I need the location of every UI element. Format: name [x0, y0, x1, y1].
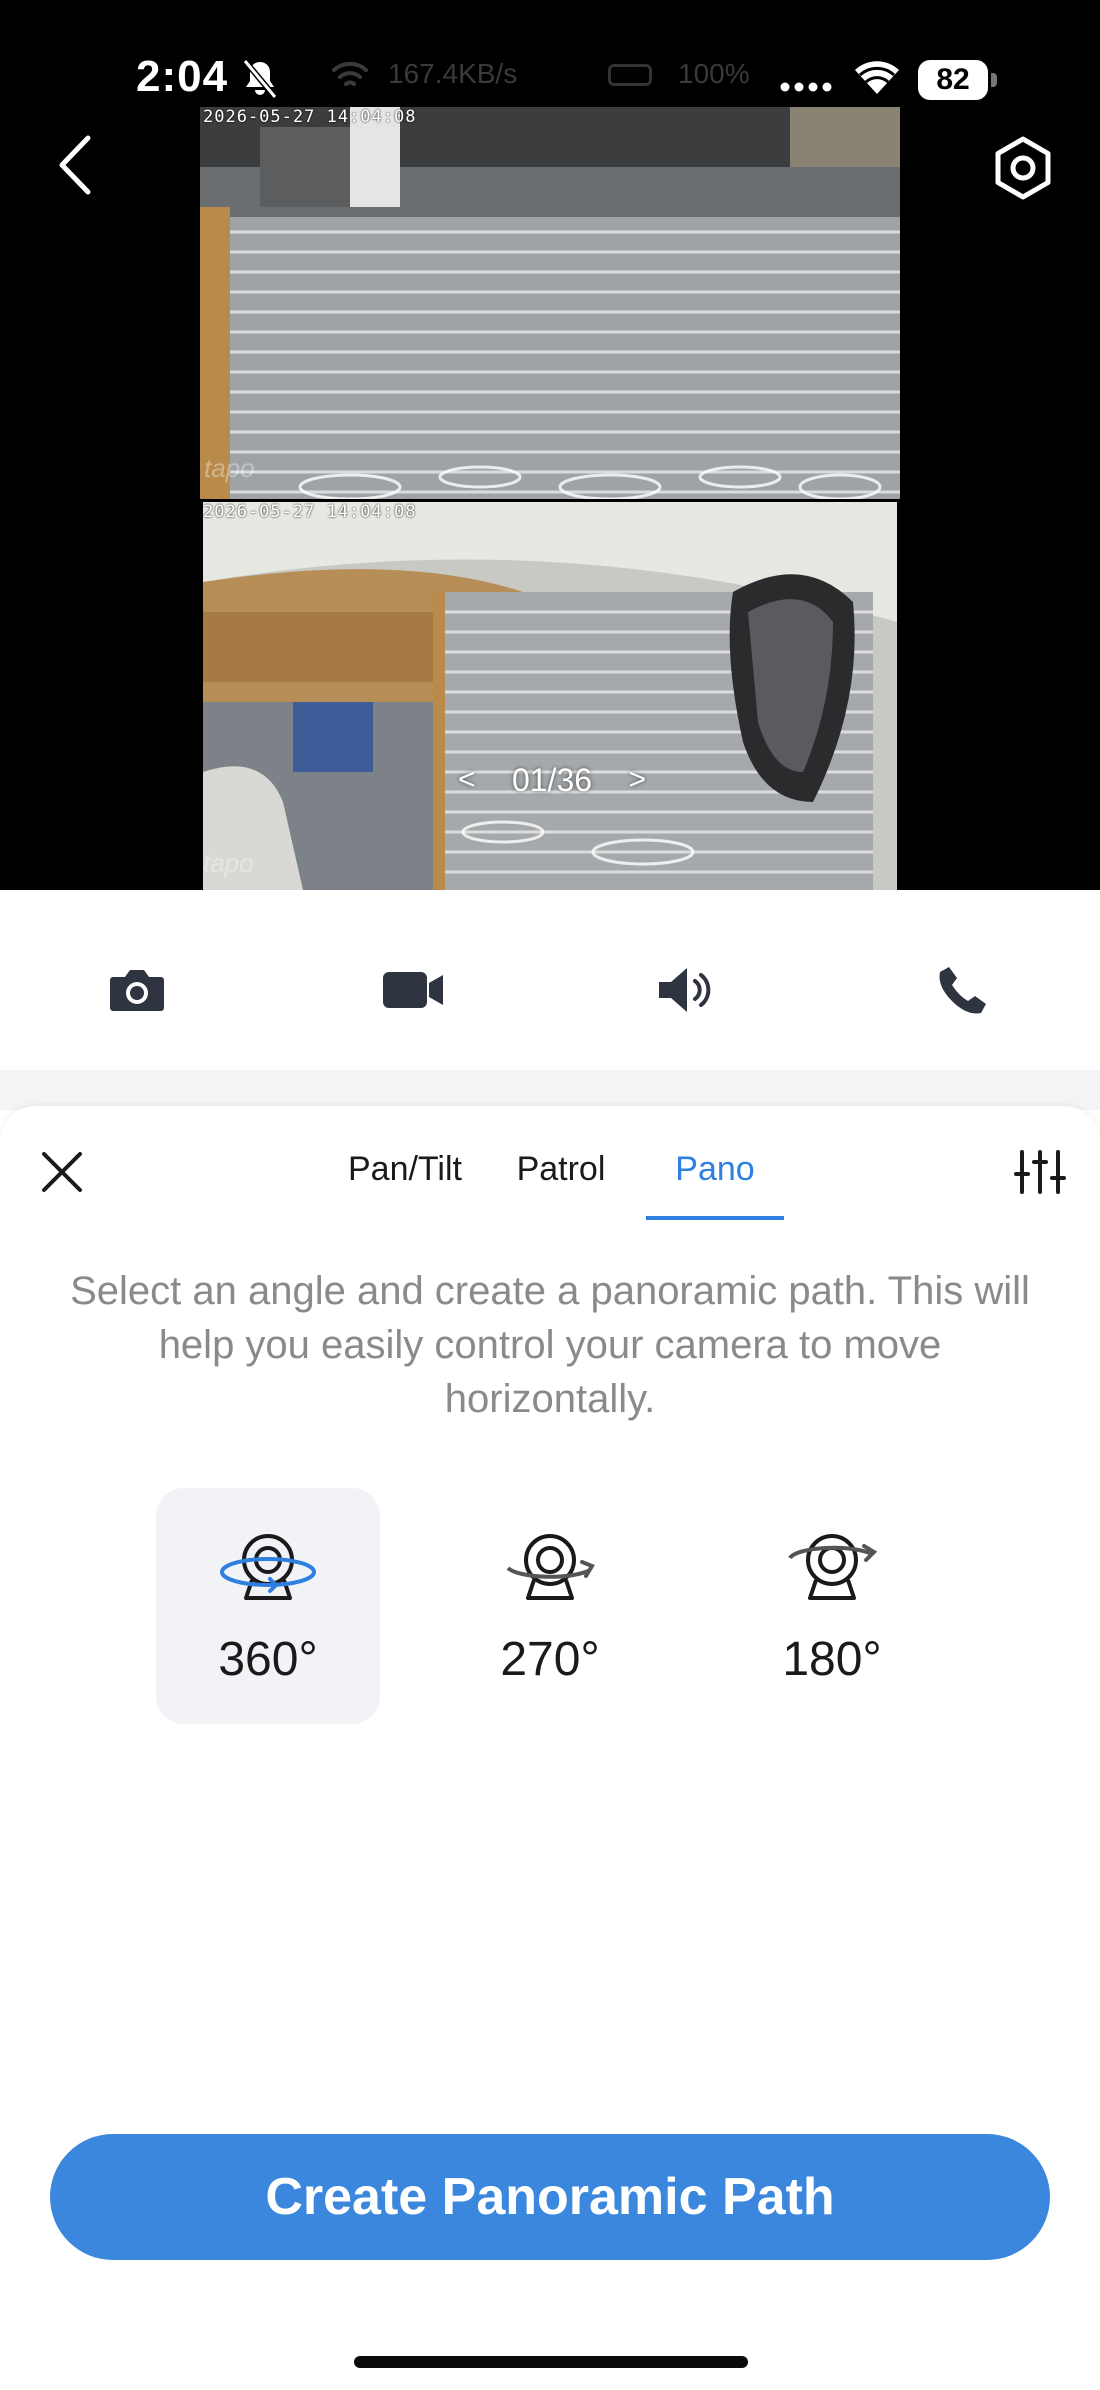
page-next-button[interactable]: >	[622, 763, 652, 797]
ptz-panel: Pan/Tilt Patrol Pano Select an angle and…	[0, 1106, 1100, 2390]
faded-percent: 100%	[678, 58, 750, 89]
camera-feed-bottom[interactable]: 2026-05-27 14:04:08 tapo	[203, 502, 897, 890]
live-view-area: 2:04 167.4KB/s 100% 82 2026-05-27 14:04:…	[0, 0, 1100, 890]
pano-description: Select an angle and create a panoramic p…	[70, 1269, 1030, 1421]
angle-label-270: 270°	[500, 1633, 600, 1686]
feed-pagination: < 01/36 >	[452, 760, 652, 800]
page-indicator-text: 01/36	[511, 761, 593, 798]
status-bar: 2:04 167.4KB/s 100% 82	[0, 0, 1100, 110]
wifi-icon	[855, 61, 899, 94]
battery-faded-icon	[608, 64, 652, 86]
brand-watermark-bottom: tapo	[203, 848, 254, 878]
timestamp-bottom: 2026-05-27 14:04:08	[203, 502, 417, 522]
section-divider	[0, 1070, 1100, 1110]
timestamp-top: 2026-05-27 14:04:08	[203, 107, 417, 127]
pano-180-icon	[788, 1534, 878, 1600]
tab-pano[interactable]: Pano	[646, 1130, 784, 1220]
wifi-faded-icon	[332, 61, 368, 86]
feed-top-image	[200, 107, 900, 499]
record-button[interactable]	[373, 950, 453, 1030]
pano-360-icon	[220, 1534, 316, 1600]
create-panoramic-path-button[interactable]: Create Panoramic Path	[50, 2134, 1050, 2260]
back-chevron-icon[interactable]	[52, 130, 102, 200]
feed-bottom-image	[203, 502, 897, 890]
phone-icon	[939, 967, 986, 1014]
speaker-button[interactable]	[647, 950, 727, 1030]
tab-patrol[interactable]: Patrol	[506, 1130, 616, 1220]
video-camera-icon	[383, 972, 443, 1008]
angle-option-360[interactable]: 360°	[156, 1488, 380, 1724]
bell-muted-icon	[242, 59, 278, 99]
home-indicator[interactable]	[354, 2356, 748, 2368]
speaker-icon	[659, 968, 711, 1012]
call-button[interactable]	[923, 950, 1003, 1030]
page-prev-button[interactable]: <	[452, 763, 482, 797]
snapshot-button[interactable]	[97, 950, 177, 1030]
angle-option-180[interactable]: 180°	[720, 1488, 944, 1724]
battery-level: 82	[918, 60, 988, 100]
ptz-tabs: Pan/Tilt Patrol Pano	[330, 1130, 784, 1220]
angle-label-360: 360°	[218, 1633, 318, 1686]
camera-feed-top[interactable]: 2026-05-27 14:04:08 tapo	[200, 107, 900, 499]
camera-controls	[0, 890, 1100, 1070]
network-speed: 167.4KB/s	[388, 58, 518, 89]
sliders-adjust-icon[interactable]	[1012, 1144, 1068, 1200]
battery-indicator: 82	[918, 60, 998, 100]
settings-hexagon-icon[interactable]	[990, 135, 1056, 201]
signal-dots-icon	[780, 82, 832, 92]
camera-icon	[110, 970, 164, 1011]
close-icon[interactable]	[36, 1146, 88, 1198]
battery-tip	[991, 73, 997, 87]
angle-label-180: 180°	[782, 1633, 882, 1686]
angle-option-270[interactable]: 270°	[438, 1488, 662, 1724]
pano-270-icon	[506, 1534, 595, 1600]
status-time: 2:04	[136, 52, 229, 101]
tab-pan-tilt[interactable]: Pan/Tilt	[330, 1130, 480, 1220]
brand-watermark-top: tapo	[204, 453, 255, 483]
